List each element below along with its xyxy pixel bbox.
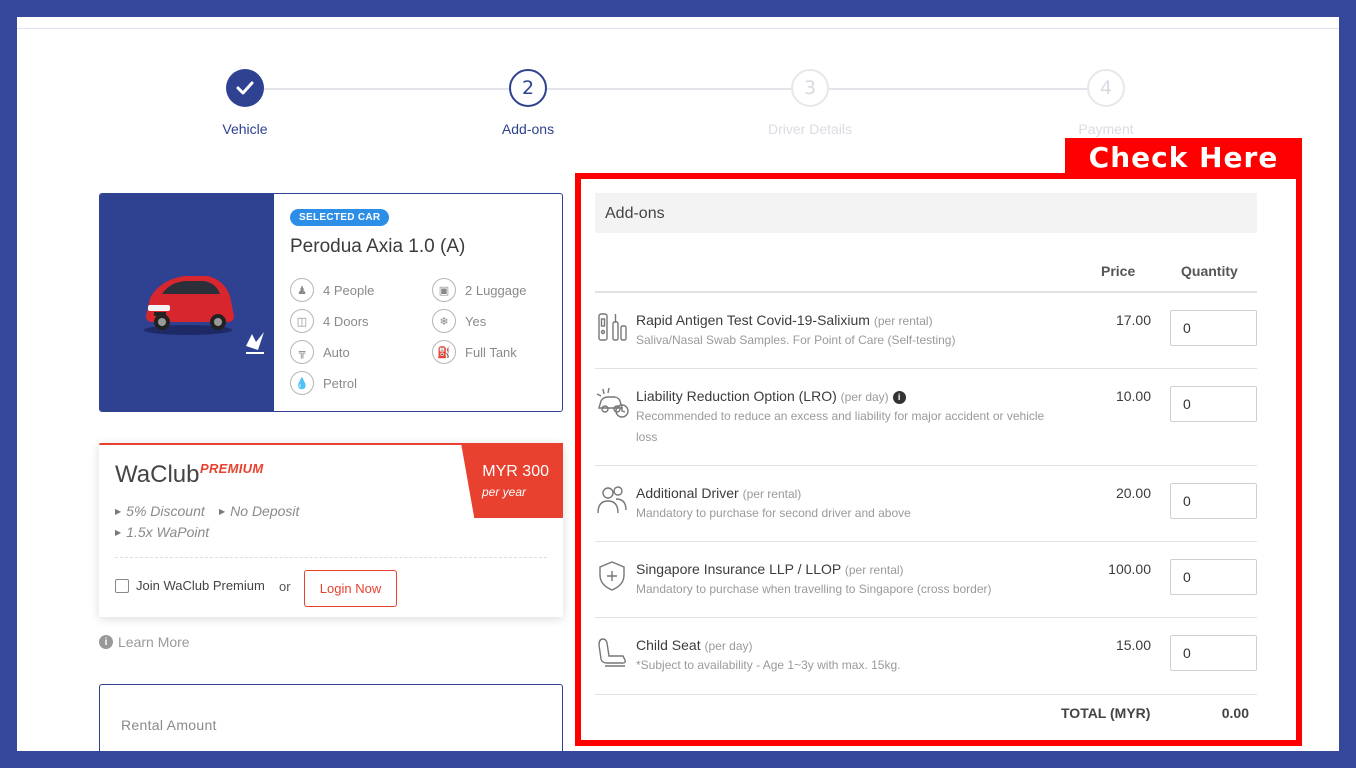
droplet-icon: 💧 bbox=[290, 371, 314, 395]
rental-amount-card: Rental Amount bbox=[99, 684, 563, 751]
spec-aircon: ❄ Yes bbox=[432, 309, 486, 333]
step-label: Vehicle bbox=[222, 121, 268, 137]
step-driver-details[interactable]: 3 Driver Details bbox=[730, 69, 890, 137]
step-label: Driver Details bbox=[767, 121, 852, 137]
step-vehicle[interactable]: Vehicle bbox=[165, 69, 325, 137]
luggage-icon: ▣ bbox=[432, 278, 456, 302]
or-text: or bbox=[279, 579, 291, 594]
caret-right-icon: ▶ bbox=[115, 507, 122, 516]
caret-right-icon: ▶ bbox=[115, 528, 122, 537]
waclub-logo: WaClub bbox=[115, 461, 200, 488]
selected-car-card: SELECTED CAR Perodua Axia 1.0 (A) ♟ 4 Peo… bbox=[99, 193, 563, 412]
fuel-pump-icon: ⛽ bbox=[432, 340, 456, 364]
step-number: 3 bbox=[791, 69, 829, 107]
door-icon: ◫ bbox=[290, 309, 314, 333]
spec-luggage: ▣ 2 Luggage bbox=[432, 278, 526, 302]
people-icon: ♟ bbox=[290, 278, 314, 302]
learn-more-link[interactable]: i Learn More bbox=[99, 634, 190, 650]
step-label: Payment bbox=[1078, 121, 1134, 137]
checkbox[interactable] bbox=[115, 578, 129, 593]
step-payment[interactable]: 4 Payment bbox=[1026, 69, 1186, 137]
step-addons[interactable]: 2 Add-ons bbox=[448, 69, 608, 137]
spec-fuel-policy: ⛽ Full Tank bbox=[432, 340, 517, 364]
spec-fuel-type: 💧 Petrol bbox=[290, 371, 357, 395]
step-number: 2 bbox=[509, 69, 547, 107]
spec-people: ♟ 4 People bbox=[290, 278, 374, 302]
spec-doors: ◫ 4 Doors bbox=[290, 309, 369, 333]
login-now-button[interactable]: Login Now bbox=[304, 570, 397, 607]
caret-right-icon: ▶ bbox=[219, 507, 226, 516]
perk-item: ▶ No Deposit bbox=[219, 503, 300, 519]
waclub-tier: PREMIUM bbox=[200, 461, 264, 476]
perk-item: ▶ 1.5x WaPoint bbox=[115, 524, 210, 540]
perk-item: ▶ 5% Discount bbox=[115, 503, 205, 519]
gearbox-icon: ╦ bbox=[290, 340, 314, 364]
check-here-callout: Check Here bbox=[1065, 138, 1302, 176]
rental-amount-label: Rental Amount bbox=[121, 717, 217, 733]
waclub-premium-card: WaClub PREMIUM MYR 300 per year ▶ 5% Disc… bbox=[99, 443, 563, 617]
selected-car-badge: SELECTED CAR bbox=[290, 209, 390, 226]
car-image bbox=[100, 194, 274, 411]
car-name: Perodua Axia 1.0 (A) bbox=[290, 236, 466, 257]
step-label: Add-ons bbox=[501, 121, 555, 137]
checkmark-icon bbox=[226, 69, 264, 107]
step-number: 4 bbox=[1087, 69, 1125, 107]
snowflake-icon: ❄ bbox=[432, 309, 456, 333]
membership-price-tag: MYR 300 per year bbox=[461, 443, 563, 518]
spec-transmission: ╦ Auto bbox=[290, 340, 350, 364]
info-icon: i bbox=[99, 635, 113, 649]
callout-highlight-box bbox=[575, 173, 1302, 746]
join-waclub-checkbox[interactable]: Join WaClub Premium bbox=[115, 578, 265, 593]
divider bbox=[115, 557, 547, 558]
header-divider bbox=[17, 28, 1339, 29]
